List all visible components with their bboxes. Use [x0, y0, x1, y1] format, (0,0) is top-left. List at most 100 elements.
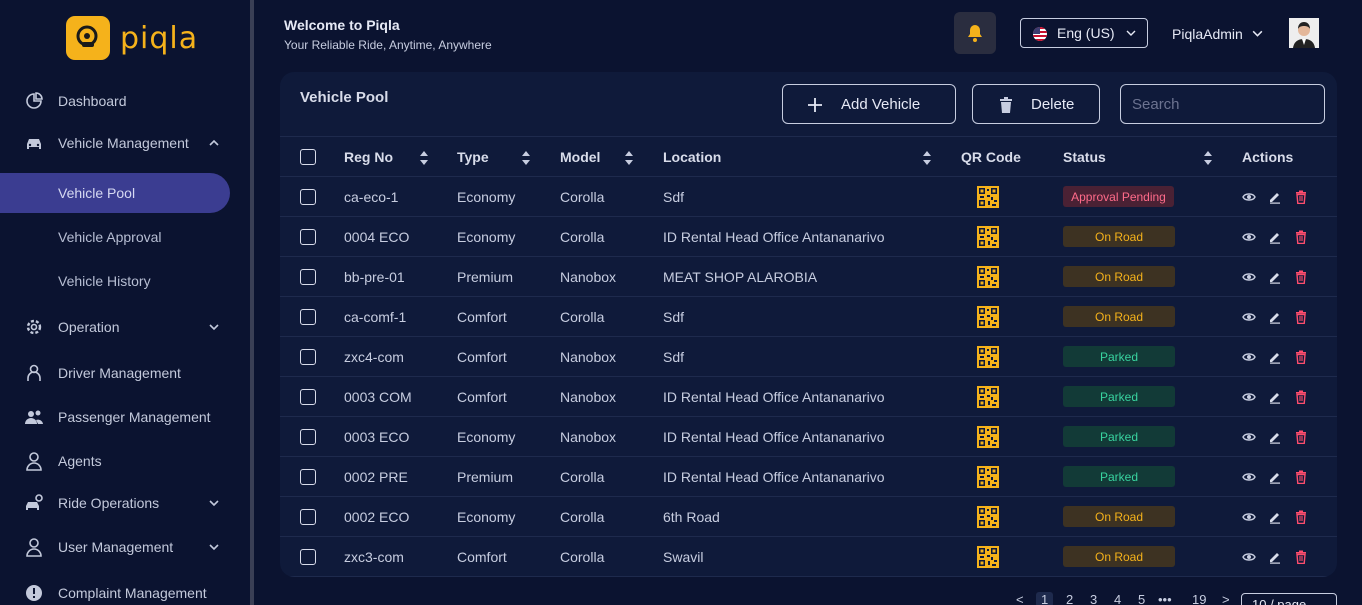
pagination-prev[interactable]: < — [1016, 592, 1024, 605]
view-eye-icon[interactable] — [1242, 510, 1256, 524]
delete-trash-icon[interactable] — [1294, 190, 1308, 204]
row-checkbox[interactable] — [300, 469, 316, 485]
qr-code-icon[interactable] — [977, 226, 999, 248]
table-row[interactable]: 0002 PRE Premium Corolla ID Rental Head Off… — [280, 457, 1337, 497]
column-reg-no[interactable]: Reg No — [344, 149, 393, 165]
edit-pencil-icon[interactable] — [1268, 310, 1282, 324]
view-eye-icon[interactable] — [1242, 270, 1256, 284]
view-eye-icon[interactable] — [1242, 350, 1256, 364]
column-type[interactable]: Type — [457, 149, 489, 165]
delete-trash-icon[interactable] — [1294, 470, 1308, 484]
table-row[interactable]: zxc4-com Comfort Nanobox Sdf Parked — [280, 337, 1337, 377]
delete-trash-icon[interactable] — [1294, 350, 1308, 364]
edit-pencil-icon[interactable] — [1268, 470, 1282, 484]
qr-code-icon[interactable] — [977, 426, 999, 448]
edit-pencil-icon[interactable] — [1268, 550, 1282, 564]
sidebar-item-ride-operations[interactable]: Ride Operations — [0, 487, 250, 519]
table-row[interactable]: ca-eco-1 Economy Corolla Sdf Approval Pendin… — [280, 177, 1337, 217]
delete-trash-icon[interactable] — [1294, 430, 1308, 444]
row-checkbox[interactable] — [300, 269, 316, 285]
pagination-page[interactable]: 4 — [1114, 592, 1121, 605]
sort-icon[interactable] — [1203, 150, 1213, 166]
view-eye-icon[interactable] — [1242, 390, 1256, 404]
qr-code-icon[interactable] — [977, 506, 999, 528]
sidebar-item-agents[interactable]: Agents — [0, 445, 250, 477]
table-row[interactable]: 0003 ECO Economy Nanobox ID Rental Head Off… — [280, 417, 1337, 457]
row-checkbox[interactable] — [300, 509, 316, 525]
table-row[interactable]: zxc3-com Comfort Corolla Swavil On Road — [280, 537, 1337, 577]
sidebar-item-passenger-management[interactable]: Passenger Management — [0, 401, 250, 433]
row-checkbox[interactable] — [300, 309, 316, 325]
column-location[interactable]: Location — [663, 149, 721, 165]
qr-code-icon[interactable] — [977, 306, 999, 328]
sidebar-item-user-management[interactable]: User Management — [0, 531, 250, 563]
qr-code-icon[interactable] — [977, 186, 999, 208]
qr-code-icon[interactable] — [977, 386, 999, 408]
table-row[interactable]: ca-comf-1 Comfort Corolla Sdf On Road — [280, 297, 1337, 337]
delete-button[interactable]: Delete — [972, 84, 1100, 124]
select-all-checkbox[interactable] — [300, 149, 316, 165]
view-eye-icon[interactable] — [1242, 470, 1256, 484]
delete-trash-icon[interactable] — [1294, 550, 1308, 564]
sidebar-item-dashboard[interactable]: Dashboard — [0, 85, 250, 117]
table-row[interactable]: 0003 COM Comfort Nanobox ID Rental Head Off… — [280, 377, 1337, 417]
view-eye-icon[interactable] — [1242, 430, 1256, 444]
sidebar-item-driver-management[interactable]: Driver Management — [0, 357, 250, 389]
pagination-ellipsis[interactable]: ••• — [1158, 592, 1172, 605]
sidebar-scrollbar[interactable] — [250, 0, 254, 605]
edit-pencil-icon[interactable] — [1268, 390, 1282, 404]
delete-trash-icon[interactable] — [1294, 270, 1308, 284]
sidebar-subitem-vehicle-pool[interactable]: Vehicle Pool — [0, 173, 230, 213]
edit-pencil-icon[interactable] — [1268, 270, 1282, 284]
view-eye-icon[interactable] — [1242, 310, 1256, 324]
view-eye-icon[interactable] — [1242, 230, 1256, 244]
view-eye-icon[interactable] — [1242, 550, 1256, 564]
search-input[interactable] — [1120, 84, 1325, 124]
delete-trash-icon[interactable] — [1294, 230, 1308, 244]
qr-code-icon[interactable] — [977, 546, 999, 568]
pagination-page[interactable]: 3 — [1090, 592, 1097, 605]
pagination-page[interactable]: 2 — [1066, 592, 1073, 605]
edit-pencil-icon[interactable] — [1268, 230, 1282, 244]
user-menu-name[interactable]: PiqlaAdmin — [1172, 26, 1243, 42]
row-checkbox[interactable] — [300, 549, 316, 565]
edit-pencil-icon[interactable] — [1268, 350, 1282, 364]
logo[interactable]: piqla — [66, 16, 198, 60]
chevron-down-icon[interactable] — [1251, 27, 1264, 40]
sidebar-item-operation[interactable]: Operation — [0, 311, 250, 343]
row-checkbox[interactable] — [300, 389, 316, 405]
row-checkbox[interactable] — [300, 349, 316, 365]
qr-code-icon[interactable] — [977, 466, 999, 488]
sort-icon[interactable] — [922, 150, 932, 166]
table-row[interactable]: bb-pre-01 Premium Nanobox MEAT SHOP ALAROBI… — [280, 257, 1337, 297]
sort-icon[interactable] — [419, 150, 429, 166]
row-checkbox[interactable] — [300, 229, 316, 245]
notifications-button[interactable] — [954, 12, 996, 54]
qr-code-icon[interactable] — [977, 346, 999, 368]
delete-trash-icon[interactable] — [1294, 510, 1308, 524]
language-selector[interactable]: Eng (US) — [1020, 18, 1148, 48]
table-row[interactable]: 0004 ECO Economy Corolla ID Rental Head Off… — [280, 217, 1337, 257]
delete-trash-icon[interactable] — [1294, 310, 1308, 324]
view-eye-icon[interactable] — [1242, 190, 1256, 204]
table-row[interactable]: 0002 ECO Economy Corolla 6th Road On Road — [280, 497, 1337, 537]
sort-icon[interactable] — [624, 150, 634, 166]
sidebar-item-vehicle-management[interactable]: Vehicle Management — [0, 127, 250, 159]
avatar[interactable] — [1289, 18, 1319, 48]
row-checkbox[interactable] — [300, 429, 316, 445]
pagination-page-current[interactable]: 1 — [1036, 592, 1054, 605]
pagination-page[interactable]: 5 — [1138, 592, 1145, 605]
sidebar-subitem-vehicle-approval[interactable]: Vehicle Approval — [0, 217, 230, 257]
row-checkbox[interactable] — [300, 189, 316, 205]
add-vehicle-button[interactable]: Add Vehicle — [782, 84, 956, 124]
sidebar-subitem-vehicle-history[interactable]: Vehicle History — [0, 261, 230, 301]
delete-trash-icon[interactable] — [1294, 390, 1308, 404]
edit-pencil-icon[interactable] — [1268, 430, 1282, 444]
pagination-page-last[interactable]: 19 — [1192, 592, 1206, 605]
column-status[interactable]: Status — [1063, 149, 1106, 165]
page-size-select[interactable]: 10 / page — [1241, 593, 1337, 605]
pagination-next[interactable]: > — [1222, 592, 1230, 605]
qr-code-icon[interactable] — [977, 266, 999, 288]
column-model[interactable]: Model — [560, 149, 600, 165]
sort-icon[interactable] — [521, 150, 531, 166]
